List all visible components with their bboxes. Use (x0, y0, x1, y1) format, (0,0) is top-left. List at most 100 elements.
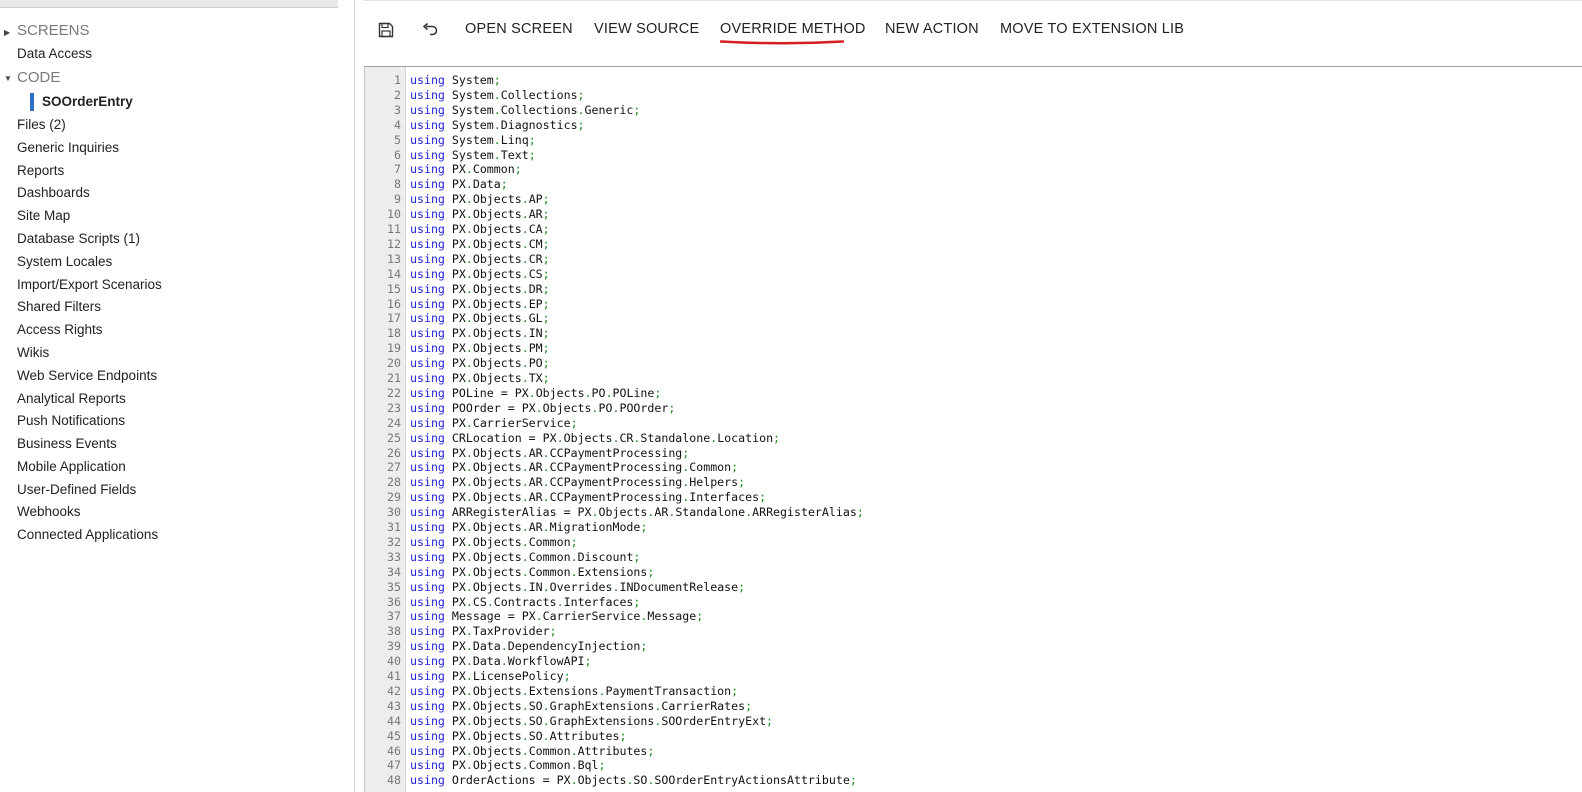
tree-group-code[interactable]: CODE (17, 69, 60, 87)
code-text[interactable]: using PX.Objects.Common; (410, 535, 578, 550)
tree-item-data-access[interactable]: Data Access (17, 45, 92, 63)
new-action-button[interactable]: NEW ACTION (885, 21, 979, 37)
code-text[interactable]: using PX.Common; (410, 162, 522, 177)
line-number: 21 (387, 371, 401, 385)
code-text[interactable]: using PX.Objects.AR.CCPaymentProcessing.… (410, 475, 745, 490)
line-number: 48 (387, 773, 401, 788)
code-editor[interactable]: 1 using System; 2 using System.Collections;… (364, 66, 1582, 792)
code-text[interactable]: using PX.Data.WorkflowAPI; (410, 654, 592, 669)
code-text[interactable]: using PX.Objects.IN.Overrides.INDocument… (410, 580, 745, 595)
tree-item-connected-applications[interactable]: Connected Applications (17, 526, 158, 544)
code-text[interactable]: using PX.Objects.GL; (410, 311, 550, 326)
line-number: 12 (387, 236, 401, 251)
code-text[interactable]: using CRLocation = PX.Objects.CR.Standal… (410, 431, 780, 446)
code-text[interactable]: using PX.Objects.DR; (410, 282, 550, 297)
code-text[interactable]: using PX.Objects.SO.GraphExtensions.SOOr… (410, 714, 773, 729)
code-text[interactable]: using PX.Objects.TX; (410, 371, 550, 386)
line-number: 37 (387, 609, 401, 624)
code-text[interactable]: using PX.Objects.AR.CCPaymentProcessing; (410, 446, 689, 461)
code-text[interactable]: using PX.Objects.AR; (410, 207, 550, 222)
code-text[interactable]: using POLine = PX.Objects.PO.POLine; (410, 386, 661, 401)
tree-item-web-service-endpoints[interactable]: Web Service Endpoints (17, 367, 157, 385)
line-number: 23 (387, 400, 401, 415)
line-number: 10 (387, 207, 401, 222)
code-text[interactable]: using PX.Objects.CM; (410, 237, 550, 252)
line-number: 34 (387, 564, 401, 579)
line-number: 40 (387, 654, 401, 669)
line-number: 3 (394, 102, 401, 117)
collapse-arrow-icon[interactable]: ▼ (4, 70, 12, 88)
tree-item-files[interactable]: Files (2) (17, 116, 66, 134)
code-text[interactable]: using PX.Objects.AR.CCPaymentProcessing.… (410, 490, 766, 505)
tree-item-site-map[interactable]: Site Map (17, 207, 70, 225)
tree-item-system-locales[interactable]: System Locales (17, 253, 112, 271)
code-text[interactable]: using PX.Objects.IN; (410, 326, 550, 341)
save-icon[interactable] (373, 17, 399, 43)
code-text[interactable]: using PX.Objects.EP; (410, 297, 550, 312)
code-text[interactable]: using PX.LicensePolicy; (410, 669, 571, 684)
tree-item-generic-inquiries[interactable]: Generic Inquiries (17, 139, 119, 157)
tree-item-wikis[interactable]: Wikis (17, 344, 49, 362)
code-text[interactable]: using System.Collections; (410, 88, 585, 103)
tree-group-screens[interactable]: SCREENS (17, 22, 90, 40)
code-text[interactable]: using System.Text; (410, 148, 536, 163)
code-text[interactable]: using PX.Objects.Extensions.PaymentTrans… (410, 684, 738, 699)
tree-item-webhooks[interactable]: Webhooks (17, 503, 81, 521)
line-number: 11 (387, 222, 401, 236)
code-text[interactable]: using PX.Objects.Common.Attributes; (410, 744, 654, 759)
tree-item-soorderentry[interactable]: SOOrderEntry (30, 93, 133, 111)
code-text[interactable]: using PX.Objects.AR.CCPaymentProcessing.… (410, 460, 738, 475)
code-text[interactable]: using PX.Objects.Common.Bql; (410, 758, 606, 773)
code-text[interactable]: using PX.Data.DependencyInjection; (410, 639, 647, 654)
tree-item-business-events[interactable]: Business Events (17, 435, 117, 453)
code-text[interactable]: using ARRegisterAlias = PX.Objects.AR.St… (410, 505, 864, 520)
code-text[interactable]: using PX.Objects.PO; (410, 356, 550, 371)
tree-item-mobile-application[interactable]: Mobile Application (17, 458, 126, 476)
code-text[interactable]: using Message = PX.CarrierService.Messag… (410, 609, 703, 624)
view-source-button[interactable]: VIEW SOURCE (594, 21, 699, 37)
line-number: 45 (387, 728, 401, 743)
tree-item-reports[interactable]: Reports (17, 162, 64, 180)
tree-item-analytical-reports[interactable]: Analytical Reports (17, 390, 126, 408)
code-text[interactable]: using PX.Objects.AR.MigrationMode; (410, 520, 647, 535)
line-number: 35 (387, 579, 401, 594)
code-text[interactable]: using PX.Objects.SO.GraphExtensions.Carr… (410, 699, 752, 714)
code-text[interactable]: using PX.Objects.CR; (410, 252, 550, 267)
code-text[interactable]: using PX.Objects.CA; (410, 222, 550, 237)
code-text[interactable]: using System.Diagnostics; (410, 118, 585, 133)
code-text[interactable]: using PX.Objects.PM; (410, 341, 550, 356)
code-text[interactable]: using System.Collections.Generic; (410, 103, 640, 118)
line-number: 38 (387, 624, 401, 639)
tree-item-push-notifications[interactable]: Push Notifications (17, 412, 125, 430)
code-text[interactable]: using OrderActions = PX.Objects.SO.SOOrd… (410, 773, 857, 788)
tree-item-import-export-scenarios[interactable]: Import/Export Scenarios (17, 276, 162, 294)
tree-item-access-rights[interactable]: Access Rights (17, 321, 103, 339)
code-text[interactable]: using PX.Data; (410, 177, 508, 192)
tree-item-shared-filters[interactable]: Shared Filters (17, 298, 101, 316)
code-text[interactable]: using PX.Objects.SO.Attributes; (410, 729, 626, 744)
code-text[interactable]: using System; (410, 73, 501, 88)
line-number: 4 (394, 117, 401, 132)
code-text[interactable]: using POOrder = PX.Objects.PO.POOrder; (410, 401, 675, 416)
sidebar-scrollbar[interactable] (0, 0, 338, 8)
override-method-button[interactable]: OVERRIDE METHOD (720, 21, 866, 37)
move-to-extension-lib-button[interactable]: MOVE TO EXTENSION LIB (1000, 21, 1184, 37)
code-text[interactable]: using PX.Objects.AP; (410, 192, 550, 207)
code-text[interactable]: using PX.Objects.Common.Extensions; (410, 565, 654, 580)
undo-icon[interactable] (416, 17, 442, 43)
code-text[interactable]: using System.Linq; (410, 133, 536, 148)
code-text[interactable]: using PX.Objects.CS; (410, 267, 550, 282)
line-number: 18 (387, 326, 401, 341)
tree-item-user-defined-fields[interactable]: User-Defined Fields (17, 481, 136, 499)
line-number: 17 (387, 311, 401, 326)
line-number: 27 (387, 460, 401, 475)
tree-item-database-scripts[interactable]: Database Scripts (1) (17, 230, 140, 248)
open-screen-button[interactable]: OPEN SCREEN (465, 21, 573, 37)
code-text[interactable]: using PX.CarrierService; (410, 416, 578, 431)
code-text[interactable]: using PX.TaxProvider; (410, 624, 557, 639)
code-text[interactable]: using PX.Objects.Common.Discount; (410, 550, 640, 565)
code-text[interactable]: using PX.CS.Contracts.Interfaces; (410, 595, 640, 610)
line-number: 19 (387, 341, 401, 356)
expand-arrow-icon[interactable]: ▶ (4, 24, 10, 42)
tree-item-dashboards[interactable]: Dashboards (17, 184, 90, 202)
